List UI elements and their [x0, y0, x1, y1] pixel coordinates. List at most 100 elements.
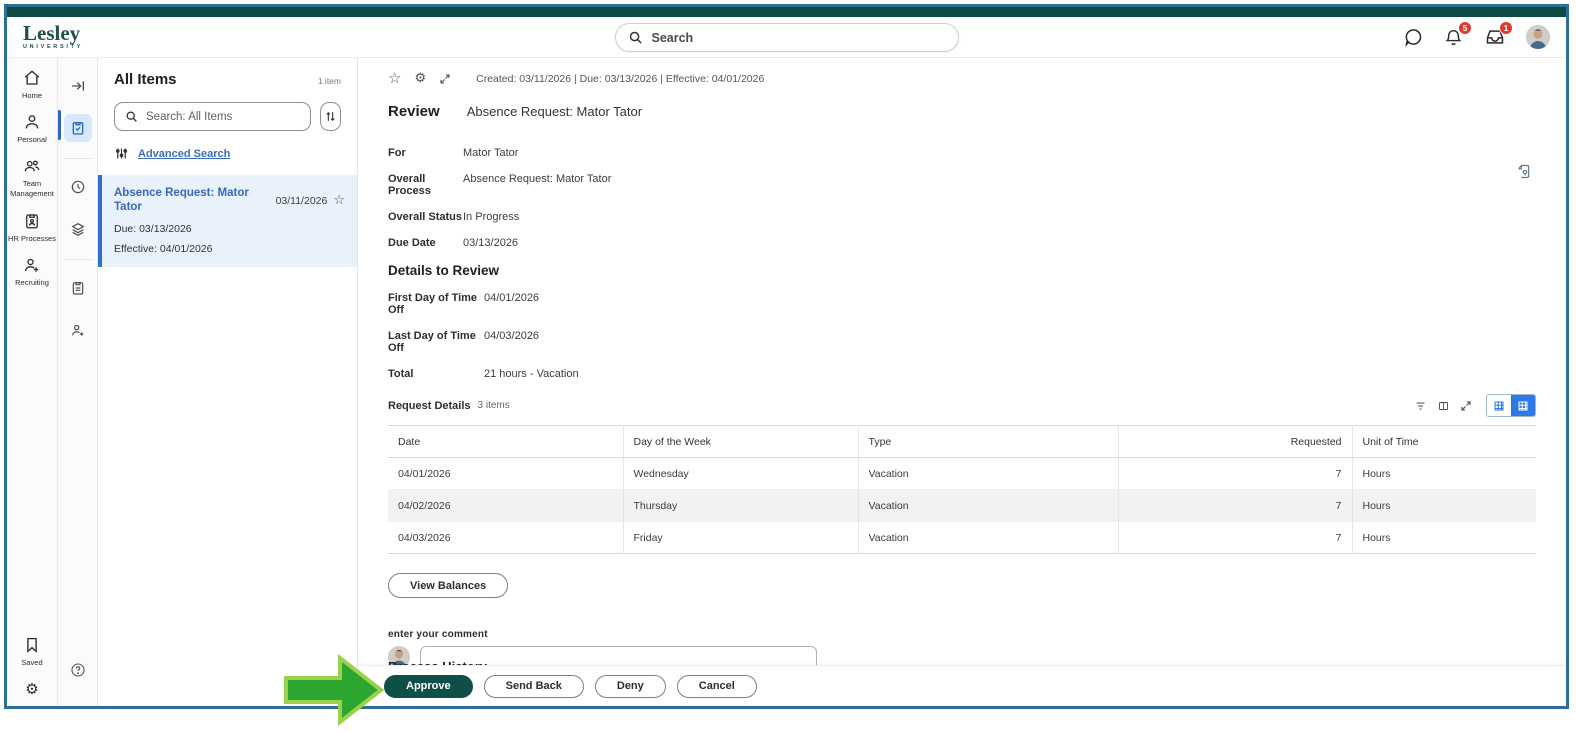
sort-icon	[324, 110, 337, 123]
notifications-badge: 5	[1458, 21, 1472, 35]
clipboard-person-icon	[23, 212, 41, 230]
inbox-icon[interactable]: 1	[1485, 27, 1505, 47]
task-meta: Created: 03/11/2026 | Due: 03/13/2026 | …	[476, 73, 764, 85]
table-row[interactable]: 04/03/2026 Friday Vacation 7 Hours	[388, 522, 1536, 554]
comment-label: enter your comment	[388, 629, 1536, 640]
cell-day: Thursday	[623, 490, 858, 522]
help-button[interactable]	[64, 656, 92, 684]
cancel-button[interactable]: Cancel	[677, 675, 757, 698]
advanced-search-link[interactable]: Advanced Search	[114, 146, 341, 161]
view-balances-button[interactable]: View Balances	[388, 573, 508, 598]
table-title: Request Details	[388, 400, 471, 412]
tab-all-items[interactable]	[64, 114, 92, 142]
field-value: 04/03/2026	[484, 330, 539, 342]
table-count: 3 items	[478, 400, 510, 411]
divider	[65, 158, 91, 159]
cell-type: Vacation	[858, 458, 1118, 490]
panel-search[interactable]	[114, 102, 311, 131]
task-gear-icon[interactable]: ⚙	[414, 72, 426, 85]
logo-tagline: UNIVERSITY	[23, 45, 83, 51]
task-item-title[interactable]: Absence Request: Mator Tator	[114, 187, 270, 215]
compact-grid-button[interactable]	[1487, 395, 1511, 416]
tab-bulk-actions[interactable]	[64, 215, 92, 243]
person-add-icon	[70, 322, 86, 338]
field-label: Total	[388, 368, 484, 380]
divider	[65, 259, 91, 260]
panel-item-count: 1 item	[318, 76, 341, 86]
chat-icon[interactable]	[1403, 27, 1423, 47]
column-settings-icon[interactable]	[1437, 400, 1450, 412]
cell-date: 04/03/2026	[388, 522, 623, 554]
tab-archive[interactable]	[64, 274, 92, 302]
cell-day: Friday	[623, 522, 858, 554]
clipboard-check-icon	[70, 120, 86, 136]
column-header[interactable]: Date	[388, 426, 623, 458]
column-header[interactable]: Type	[858, 426, 1118, 458]
panel-search-input[interactable]	[146, 111, 300, 123]
global-search-input[interactable]	[652, 31, 946, 45]
sidebar-item-saved[interactable]: Saved	[7, 636, 57, 668]
collapse-arrow-icon	[70, 78, 86, 94]
favorite-star-icon[interactable]: ☆	[333, 194, 345, 207]
task-item-effective: Effective: 04/01/2026	[114, 243, 345, 255]
panel-title: All Items	[114, 71, 177, 88]
task-item-date: 03/11/2026	[276, 195, 328, 207]
task-list-item[interactable]: Absence Request: Mator Tator 03/11/2026 …	[98, 175, 357, 267]
table-row[interactable]: 04/01/2026 Wednesday Vacation 7 Hours	[388, 458, 1536, 490]
deny-button[interactable]: Deny	[595, 675, 666, 698]
field-label: Overall Process	[388, 173, 463, 197]
home-icon	[23, 69, 41, 87]
action-bar: Approve Send Back Deny Cancel	[358, 665, 1566, 706]
tab-recent[interactable]	[64, 173, 92, 201]
settings-gear-icon[interactable]: ⚙	[25, 680, 38, 698]
sidebar-item-hr-processes[interactable]: HR Processes	[7, 212, 57, 244]
cell-requested: 7	[1118, 522, 1352, 554]
page-subtitle: Absence Request: Mator Tator	[467, 104, 642, 119]
team-icon	[23, 157, 41, 175]
table-row[interactable]: 04/02/2026 Thursday Vacation 7 Hours	[388, 490, 1536, 522]
task-guidance-icon[interactable]	[1516, 163, 1532, 180]
cell-unit: Hours	[1352, 458, 1536, 490]
expand-table-icon[interactable]	[1460, 400, 1472, 412]
tab-delegations[interactable]	[64, 316, 92, 344]
sidebar-item-recruiting[interactable]: Recruiting	[7, 256, 57, 288]
page-title: Review	[388, 103, 440, 120]
send-back-button[interactable]: Send Back	[484, 675, 584, 698]
field-value: 04/01/2026	[484, 292, 539, 304]
grid-icon	[1493, 400, 1505, 412]
cell-day: Wednesday	[623, 458, 858, 490]
app-header: Lesley UNIVERSITY 5 1	[7, 17, 1566, 58]
approve-button[interactable]: Approve	[384, 675, 473, 698]
sort-button[interactable]	[320, 102, 341, 131]
filter-icon[interactable]	[1414, 400, 1427, 412]
sidebar-item-home[interactable]: Home	[7, 69, 57, 101]
field-value: 21 hours - Vacation	[484, 368, 579, 380]
logo-name: Lesley	[23, 23, 83, 44]
column-header[interactable]: Unit of Time	[1352, 426, 1536, 458]
brand-color-strip	[7, 7, 1566, 17]
clock-icon	[70, 179, 86, 195]
notifications-icon[interactable]: 5	[1444, 27, 1464, 47]
lesley-logo[interactable]: Lesley UNIVERSITY	[23, 23, 83, 51]
column-header[interactable]: Day of the Week	[623, 426, 858, 458]
favorite-star-icon[interactable]: ☆	[388, 71, 401, 86]
cell-unit: Hours	[1352, 490, 1536, 522]
field-value: Absence Request: Mator Tator	[463, 173, 611, 185]
expand-icon[interactable]	[439, 73, 451, 85]
cell-type: Vacation	[858, 490, 1118, 522]
cell-type: Vacation	[858, 522, 1118, 554]
grid-view-toggle	[1486, 394, 1536, 417]
clipboard-list-icon	[70, 280, 86, 296]
task-detail-main: ☆ ⚙ Created: 03/11/2026 | Due: 03/13/202…	[358, 58, 1566, 706]
sidebar-item-personal[interactable]: Personal	[7, 113, 57, 145]
inbox-badge: 1	[1499, 21, 1513, 35]
profile-avatar[interactable]	[1526, 25, 1550, 49]
layers-icon	[70, 221, 86, 237]
secondary-sidebar	[58, 58, 98, 706]
sidebar-item-team-management[interactable]: Team Management	[7, 157, 57, 199]
global-search[interactable]	[615, 23, 959, 52]
expanded-grid-button[interactable]	[1511, 395, 1535, 416]
table-header-row: Date Day of the Week Type Requested Unit…	[388, 426, 1536, 458]
column-header[interactable]: Requested	[1118, 426, 1352, 458]
collapse-panel-button[interactable]	[64, 72, 92, 100]
